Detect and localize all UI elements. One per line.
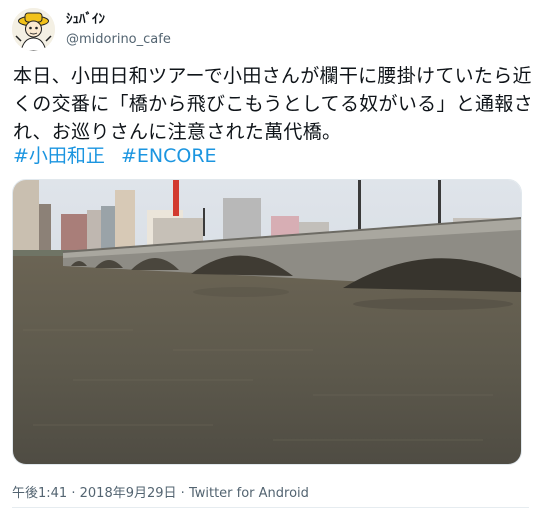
divider [12,507,529,508]
avatar-cartoon-icon [12,8,55,51]
hashtag-link[interactable]: #ENCORE [121,145,217,167]
user-handle[interactable]: @midorino_cafe [66,31,171,49]
bridge-photo-icon [13,180,521,464]
hashtags: #小田和正 #ENCORE [13,142,227,170]
hashtag-link[interactable]: #小田和正 [13,145,105,167]
avatar[interactable] [12,8,55,51]
tweet-card: ｼｭﾊﾞｲﾝ @midorino_cafe 本日、小田日和ツアーで小田さんが欄干… [0,0,541,513]
display-name[interactable]: ｼｭﾊﾞｲﾝ [66,11,105,29]
tweet-metadata: 午後1:41 · 2018年9月29日 · Twitter for Androi… [12,482,309,501]
separator: · [180,486,185,501]
tweet-text: 本日、小田日和ツアーで小田さんが欄干に腰掛けていたら近くの交番に「橋から飛びこも… [13,65,533,143]
tweet-date[interactable]: 2018年9月29日 [80,486,177,501]
tweet-photo[interactable] [12,179,522,465]
separator: · [71,486,76,501]
tweet-time[interactable]: 午後1:41 [12,486,67,501]
tweet-source[interactable]: Twitter for Android [189,486,309,501]
